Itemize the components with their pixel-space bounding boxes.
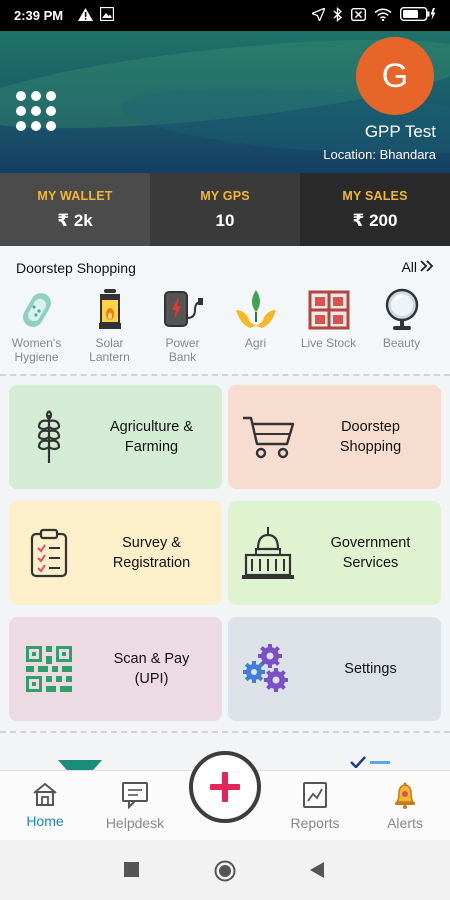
stat-value: ₹ 200 — [352, 210, 398, 230]
system-navigation-bar — [0, 840, 450, 900]
stat-label: MY GPS — [200, 188, 250, 203]
category-live-stock[interactable]: Live Stock — [292, 288, 365, 364]
section-divider — [0, 731, 450, 733]
category-womens-hygiene[interactable]: Women's Hygiene — [0, 288, 73, 364]
bell-icon — [395, 782, 415, 809]
plus-icon — [210, 772, 240, 802]
stat-value: 10 — [215, 210, 235, 230]
circle-icon — [214, 860, 236, 882]
category-label: Solar Lantern — [89, 336, 130, 364]
stat-my-wallet[interactable]: MY WALLET ₹ 2k — [0, 173, 150, 246]
battery-charging-icon — [399, 6, 436, 24]
nav-reports[interactable]: Reports — [275, 781, 355, 831]
nav-label: Helpdesk — [105, 815, 165, 831]
nav-home[interactable]: Home — [5, 781, 85, 829]
home-icon — [33, 782, 57, 806]
stat-my-sales[interactable]: MY SALES ₹ 200 — [300, 173, 450, 246]
status-time: 2:39 PM — [14, 8, 64, 23]
category-list: Women's Hygiene Solar Lantern Power Bank Ag… — [0, 288, 450, 364]
lantern-icon — [87, 288, 133, 332]
nav-alerts[interactable]: Alerts — [365, 781, 445, 831]
sanitary-pad-icon — [14, 288, 60, 332]
category-solar-lantern[interactable]: Solar Lantern — [73, 288, 146, 364]
avatar[interactable]: G — [356, 37, 434, 115]
tile-label: Agriculture & Farming — [109, 419, 193, 455]
livestock-icon — [306, 288, 352, 332]
category-label: Beauty — [382, 336, 421, 350]
category-agri[interactable]: Agri — [219, 288, 292, 364]
view-all-link[interactable]: All — [401, 259, 434, 275]
avatar-letter: G — [381, 56, 409, 95]
back-triangle-icon — [310, 862, 324, 878]
add-fab-button[interactable] — [189, 751, 261, 823]
tile-label: Government Services — [330, 535, 411, 571]
category-label: Live Stock — [300, 336, 357, 350]
section-title: Doorstep Shopping — [16, 260, 136, 276]
stats-bar: MY WALLET ₹ 2k MY GPS 10 MY SALES ₹ 200 — [0, 173, 450, 246]
location-arrow-icon — [310, 6, 327, 24]
partial-content-peek — [58, 760, 102, 770]
tile-label: Doorstep Shopping — [339, 419, 402, 455]
clipboard-icon — [9, 528, 89, 578]
stat-value: ₹ 2k — [57, 210, 93, 230]
sprout-icon — [233, 288, 279, 332]
tile-label: Survey & Registration — [112, 535, 191, 571]
tile-label: Settings — [344, 661, 397, 677]
tile-agriculture-farming[interactable]: Agriculture & Farming — [9, 385, 222, 489]
profile-header: G GPP Test Location: Bhandara — [0, 31, 450, 173]
image-icon — [99, 6, 115, 24]
check-icon — [350, 756, 366, 768]
stat-label: MY WALLET — [37, 188, 113, 203]
category-label: Women's Hygiene — [11, 336, 62, 364]
user-location: Location: Bhandara — [323, 147, 436, 162]
gears-icon — [228, 644, 308, 694]
bluetooth-icon — [333, 6, 343, 25]
category-beauty[interactable]: Beauty — [365, 288, 438, 364]
stat-my-gps[interactable]: MY GPS 10 — [150, 173, 300, 246]
chart-icon — [303, 782, 327, 808]
tile-label: Scan & Pay (UPI) — [113, 651, 190, 687]
power-bank-icon — [160, 288, 206, 332]
double-chevron-right-icon — [420, 259, 434, 275]
grid-menu-icon[interactable] — [16, 91, 58, 133]
tile-government-services[interactable]: Government Services — [228, 501, 441, 605]
status-bar: 2:39 PM — [0, 0, 450, 31]
alert-icon — [78, 7, 94, 24]
mirror-icon — [379, 288, 425, 332]
category-label: Agri — [244, 336, 267, 350]
chat-icon — [122, 782, 148, 809]
tile-scan-pay-upi[interactable]: Scan & Pay (UPI) — [9, 617, 222, 721]
wheat-icon — [9, 409, 89, 465]
category-label: Power Bank — [165, 336, 200, 364]
tile-survey-registration[interactable]: Survey & Registration — [9, 501, 222, 605]
recents-button[interactable] — [124, 862, 139, 882]
view-all-label: All — [401, 259, 417, 275]
user-name: GPP Test — [364, 122, 436, 141]
nav-label: Reports — [290, 815, 340, 831]
wifi-icon — [374, 8, 392, 24]
tile-settings[interactable]: Settings — [228, 617, 441, 721]
category-power-bank[interactable]: Power Bank — [146, 288, 219, 364]
square-icon — [124, 862, 139, 877]
cart-icon — [228, 414, 308, 460]
home-system-button[interactable] — [214, 860, 236, 887]
close-box-icon — [350, 7, 367, 24]
section-divider — [0, 374, 450, 376]
nav-helpdesk[interactable]: Helpdesk — [95, 781, 175, 831]
partial-content-peek — [350, 756, 390, 768]
nav-label: Alerts — [387, 815, 423, 831]
qr-code-icon — [9, 646, 89, 692]
doorstep-shopping-section: Doorstep Shopping All Women's Hygiene Sol… — [0, 246, 450, 374]
stat-label: MY SALES — [342, 188, 408, 203]
back-button[interactable] — [310, 862, 324, 883]
capitol-icon — [228, 525, 308, 581]
app-screen: 2:39 PM G GPP Test Location: Bhandara MY… — [0, 0, 450, 900]
tile-doorstep-shopping[interactable]: Doorstep Shopping — [228, 385, 441, 489]
nav-label: Home — [26, 813, 64, 829]
